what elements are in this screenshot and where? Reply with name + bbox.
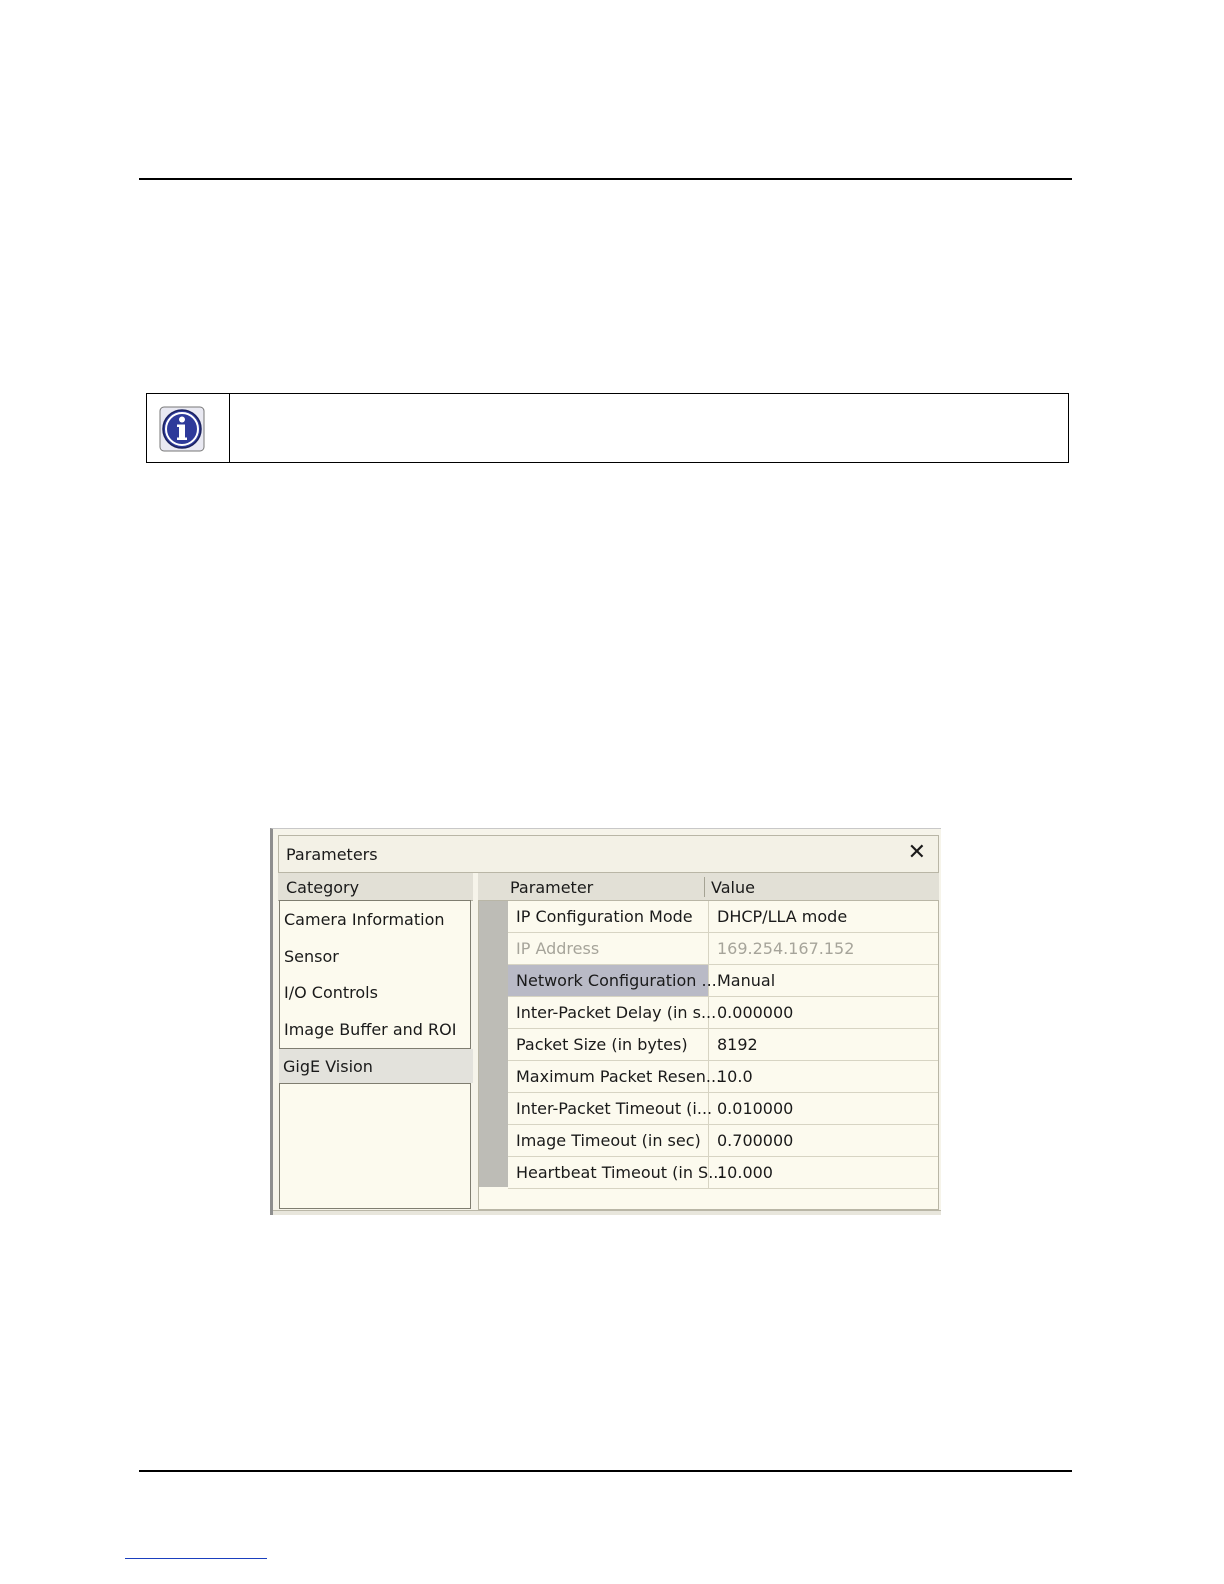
parameter-value: 10.000 <box>717 1163 773 1182</box>
value-cell[interactable]: 169.254.167.152 <box>709 933 938 964</box>
value-cell[interactable]: 0.700000 <box>709 1125 938 1156</box>
grid-row-selected[interactable]: Network Configuration ... Manual <box>508 965 938 997</box>
grid-row[interactable]: Packet Size (in bytes) 8192 <box>508 1029 938 1061</box>
parameter-value: DHCP/LLA mode <box>717 907 848 926</box>
grid-row[interactable]: Inter-Packet Timeout (i... 0.010000 <box>508 1093 938 1125</box>
parameter-name: Heartbeat Timeout (in S... <box>516 1163 724 1182</box>
parameter-grid: IP Configuration Mode DHCP/LLA mode IP A… <box>478 900 939 1210</box>
parameter-name: IP Configuration Mode <box>516 907 693 926</box>
parameter-name: Image Timeout (in sec) <box>516 1131 701 1150</box>
value-cell[interactable]: 10.000 <box>709 1157 938 1188</box>
close-icon[interactable]: ✕ <box>908 841 926 865</box>
value-cell[interactable]: 8192 <box>709 1029 938 1060</box>
grid-row[interactable]: Heartbeat Timeout (in S... 10.000 <box>508 1157 938 1189</box>
column-divider[interactable] <box>704 877 705 897</box>
value-cell[interactable]: 10.0 <box>709 1061 938 1092</box>
panel-title: Parameters <box>286 845 378 864</box>
value-cell[interactable]: 0.000000 <box>709 997 938 1028</box>
parameter-cell: Heartbeat Timeout (in S... <box>508 1157 723 1188</box>
value-cell[interactable]: DHCP/LLA mode <box>709 901 938 932</box>
category-column-header: Category <box>278 873 473 901</box>
value-cell[interactable]: 0.010000 <box>709 1093 938 1124</box>
parameter-cell: Inter-Packet Delay (in s... <box>508 997 716 1028</box>
panel-bottom-edge <box>273 1210 941 1215</box>
grid-row[interactable]: IP Configuration Mode DHCP/LLA mode <box>508 901 938 933</box>
parameter-header-label[interactable]: Parameter <box>510 878 593 897</box>
parameter-value: 8192 <box>717 1035 758 1054</box>
category-item-label: GigE Vision <box>283 1057 373 1076</box>
parameter-value: 10.0 <box>717 1067 753 1086</box>
footer-link-underline[interactable] <box>125 1558 267 1559</box>
parameter-name: Inter-Packet Timeout (i... <box>516 1099 713 1118</box>
parameter-name: IP Address <box>516 939 600 958</box>
panel-titlebar: Parameters ✕ <box>278 835 939 873</box>
footer-rule <box>139 1470 1072 1472</box>
grid-column-header: Parameter Value <box>478 873 939 901</box>
grid-row[interactable]: Maximum Packet Resen... 10.0 <box>508 1061 938 1093</box>
parameter-value: 169.254.167.152 <box>717 939 855 958</box>
category-list: Camera Information Sensor I/O Controls I… <box>279 900 471 1049</box>
parameter-cell: Inter-Packet Timeout (i... <box>508 1093 713 1124</box>
category-item-camera-information[interactable]: Camera Information <box>284 910 445 929</box>
parameter-value: Manual <box>717 971 776 990</box>
parameter-value: 0.000000 <box>717 1003 794 1022</box>
header-rule <box>139 178 1072 180</box>
grid-row[interactable]: Image Timeout (in sec) 0.700000 <box>508 1125 938 1157</box>
category-item-io-controls[interactable]: I/O Controls <box>284 983 378 1002</box>
grid-row[interactable]: Inter-Packet Delay (in s... 0.000000 <box>508 997 938 1029</box>
parameter-cell: IP Address <box>508 933 709 964</box>
info-icon <box>159 406 205 452</box>
parameters-panel: Parameters ✕ Category Parameter Value Ca… <box>270 828 941 1215</box>
parameter-value: 0.700000 <box>717 1131 794 1150</box>
parameter-cell: Network Configuration ... <box>508 965 717 996</box>
value-cell[interactable]: Manual <box>709 965 938 996</box>
info-note-box <box>146 393 1069 463</box>
parameter-name: Network Configuration ... <box>516 971 717 990</box>
parameter-cell: Image Timeout (in sec) <box>508 1125 709 1156</box>
grid-row[interactable]: IP Address 169.254.167.152 <box>508 933 938 965</box>
parameter-value: 0.010000 <box>717 1099 794 1118</box>
parameter-cell: Maximum Packet Resen... <box>508 1061 721 1092</box>
parameter-name: Inter-Packet Delay (in s... <box>516 1003 717 1022</box>
parameter-cell: Packet Size (in bytes) <box>508 1029 709 1060</box>
parameter-name: Maximum Packet Resen... <box>516 1067 722 1086</box>
parameter-name: Packet Size (in bytes) <box>516 1035 688 1054</box>
parameter-cell: IP Configuration Mode <box>508 901 709 932</box>
category-list-empty-area <box>279 1083 471 1209</box>
category-item-gige-vision[interactable]: GigE Vision <box>279 1049 473 1083</box>
row-header-gutter <box>479 901 508 1187</box>
category-item-sensor[interactable]: Sensor <box>284 947 339 966</box>
value-header-label[interactable]: Value <box>711 878 755 897</box>
category-header-label: Category <box>286 878 360 897</box>
info-icon-cell <box>147 394 230 462</box>
category-item-image-buffer-roi[interactable]: Image Buffer and ROI <box>284 1020 456 1039</box>
